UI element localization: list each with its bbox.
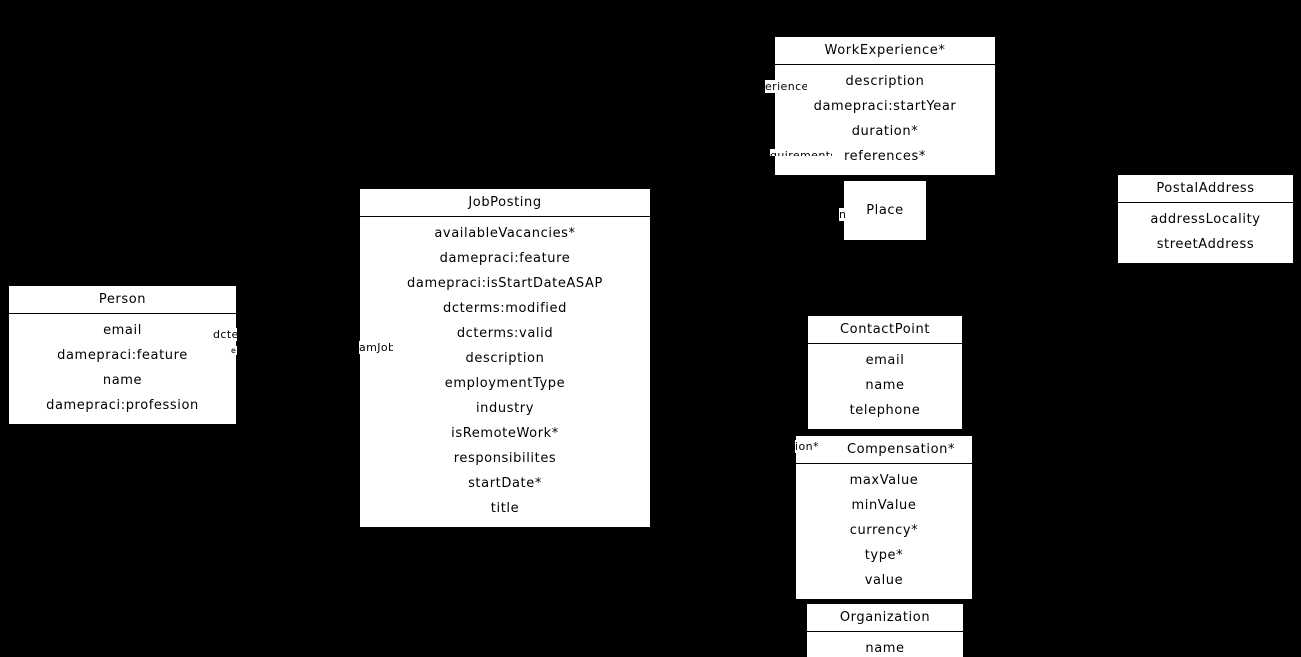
diagram-canvas: WorkExperience* description damepraci:st… bbox=[0, 0, 1301, 657]
edge-label-person-right-small: e bbox=[231, 346, 237, 355]
class-name-organization: Organization bbox=[807, 604, 963, 632]
class-attribute: dcterms:valid bbox=[456, 326, 554, 341]
edge-label-job-posting-left: amJob bbox=[359, 341, 393, 354]
class-box-work-experience[interactable]: WorkExperience* description damepraci:st… bbox=[774, 36, 996, 175]
class-attributes-compensation: maxValue minValue currency* type* value bbox=[796, 464, 972, 599]
class-attribute: email bbox=[103, 323, 142, 338]
class-attribute: damepraci:isStartDateASAP bbox=[407, 276, 603, 291]
class-attribute: availableVacancies* bbox=[434, 226, 576, 241]
class-name-postal-address: PostalAddress bbox=[1118, 175, 1293, 203]
class-attributes-organization: name bbox=[807, 632, 963, 657]
class-attribute: startDate* bbox=[468, 476, 542, 491]
class-attribute: responsibilites bbox=[453, 451, 557, 466]
class-name-place: Place bbox=[866, 203, 904, 218]
class-attribute: minValue bbox=[851, 498, 917, 513]
class-attribute: description bbox=[845, 74, 925, 89]
class-attributes-postal-address: addressLocality streetAddress bbox=[1118, 203, 1293, 263]
class-attribute: addressLocality bbox=[1150, 212, 1261, 227]
class-attribute: dcterms:modified bbox=[443, 301, 567, 316]
class-attributes-job-posting: availableVacancies* damepraci:feature da… bbox=[360, 217, 650, 527]
edge-label-compensation-left: ion* bbox=[795, 440, 823, 453]
class-attribute: damepraci:startYear bbox=[813, 99, 957, 114]
class-attribute: name bbox=[865, 378, 905, 393]
class-box-organization[interactable]: Organization name bbox=[806, 603, 964, 657]
class-attribute: email bbox=[865, 353, 905, 368]
class-name-person: Person bbox=[9, 286, 236, 314]
class-attribute: type* bbox=[864, 548, 904, 563]
class-attribute: damepraci:profession bbox=[46, 398, 199, 413]
class-box-compensation[interactable]: Compensation* maxValue minValue currency… bbox=[795, 435, 973, 599]
class-box-contact-point[interactable]: ContactPoint email name telephone bbox=[807, 315, 963, 429]
class-attributes-work-experience: description damepraci:startYear duration… bbox=[775, 65, 995, 175]
class-box-person[interactable]: Person email damepraci:feature name dame… bbox=[8, 285, 237, 424]
class-box-postal-address[interactable]: PostalAddress addressLocality streetAddr… bbox=[1117, 174, 1294, 263]
class-attribute: employmentType bbox=[444, 376, 566, 391]
class-attribute: title bbox=[490, 501, 520, 516]
class-attribute: duration* bbox=[851, 124, 919, 139]
class-attribute: currency* bbox=[849, 523, 919, 538]
class-attribute: streetAddress bbox=[1156, 237, 1255, 252]
class-attribute: description bbox=[465, 351, 545, 366]
class-name-work-experience: WorkExperience* bbox=[775, 37, 995, 65]
class-box-job-posting[interactable]: JobPosting availableVacancies* damepraci… bbox=[359, 188, 651, 527]
class-attribute: references* bbox=[844, 149, 926, 164]
edge-label-work-experience-bottom: quirements bbox=[770, 149, 832, 156]
class-name-contact-point: ContactPoint bbox=[808, 316, 962, 344]
class-attribute: maxValue bbox=[849, 473, 919, 488]
class-attributes-contact-point: email name telephone bbox=[808, 344, 962, 429]
class-attribute: industry bbox=[475, 401, 535, 416]
edge-label-person-right: dcte bbox=[213, 328, 237, 341]
class-attribute: name bbox=[865, 641, 905, 656]
edge-label-work-experience-left: erience bbox=[765, 80, 807, 93]
class-attributes-person: email damepraci:feature name damepraci:p… bbox=[9, 314, 236, 424]
class-name-job-posting: JobPosting bbox=[360, 189, 650, 217]
class-attribute: telephone bbox=[849, 403, 921, 418]
edge-label-place-left: n bbox=[839, 208, 846, 221]
class-attribute: value bbox=[864, 573, 904, 588]
class-attribute: damepraci:feature bbox=[57, 348, 188, 363]
class-attribute: isRemoteWork* bbox=[451, 426, 559, 441]
class-box-place[interactable]: Place bbox=[843, 180, 927, 241]
class-attribute: damepraci:feature bbox=[439, 251, 571, 266]
class-attribute: name bbox=[102, 373, 143, 388]
